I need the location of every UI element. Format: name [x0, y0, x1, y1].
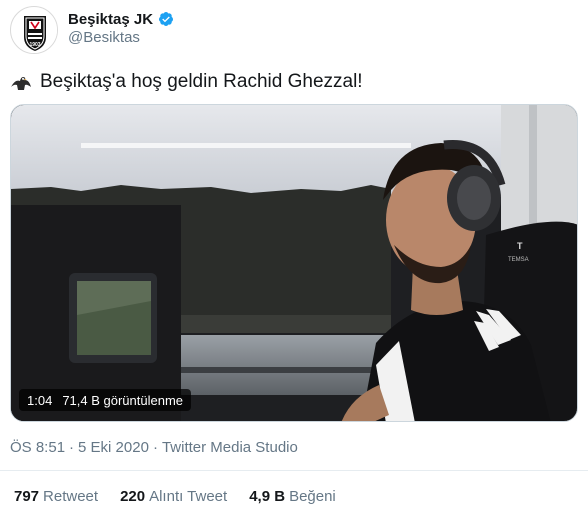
likes-label: Beğeni	[289, 488, 336, 505]
display-name[interactable]: Beşiktaş JK	[68, 11, 153, 28]
retweets-count: 797	[14, 488, 40, 505]
likes-stat[interactable]: 4,9 B Beğeni	[249, 488, 336, 505]
retweets-stat[interactable]: 797 Retweet	[14, 488, 98, 505]
video-info-badge: 1:04 71,4 B görüntülenme	[19, 389, 192, 411]
quotes-count: 220	[120, 488, 146, 505]
svg-text:1903: 1903	[29, 42, 40, 48]
eagle-icon	[11, 77, 31, 90]
likes-count: 4,9 B	[249, 488, 286, 505]
video-player[interactable]: T TEMSA 1:04 71,4 B görüntülenme	[10, 104, 578, 422]
verified-badge-icon	[159, 12, 174, 26]
svg-text:TEMSA: TEMSA	[508, 257, 529, 263]
name-row: Beşiktaş JK	[68, 9, 174, 29]
tweet-date[interactable]: 5 Eki 2020	[78, 439, 149, 456]
tweet-body: Beşiktaş'a hoş geldin Rachid Ghezzal!	[40, 71, 363, 92]
tweet-meta: ÖS 8:51 · 5 Eki 2020 · Twitter Media Stu…	[10, 439, 298, 456]
tweet-source[interactable]: Twitter Media Studio	[162, 439, 298, 456]
quotes-stat[interactable]: 220 Alıntı Tweet	[120, 488, 227, 505]
tweet-text: Beşiktaş'a hoş geldin Rachid Ghezzal!	[10, 68, 363, 96]
handle[interactable]: @Besiktas	[68, 29, 140, 46]
tweet-stats: 797 Retweet 220 Alıntı Tweet 4,9 B Beğen…	[14, 488, 336, 505]
quotes-label: Alıntı Tweet	[149, 488, 228, 505]
meta-separator: ·	[69, 439, 75, 456]
besiktas-logo-icon: 1903	[12, 8, 57, 53]
video-duration: 1:04	[27, 392, 53, 408]
video-thumbnail: T TEMSA	[11, 105, 577, 421]
svg-text:T: T	[517, 241, 523, 251]
tweet-time[interactable]: ÖS 8:51	[10, 439, 65, 456]
divider	[0, 470, 588, 471]
video-views: 71,4 B görüntülenme	[62, 392, 184, 408]
retweets-label: Retweet	[43, 488, 99, 505]
tweet-header: 1903 Beşiktaş JK @Besiktas	[10, 4, 578, 54]
meta-separator-2: ·	[152, 439, 158, 456]
avatar[interactable]: 1903	[10, 6, 58, 54]
